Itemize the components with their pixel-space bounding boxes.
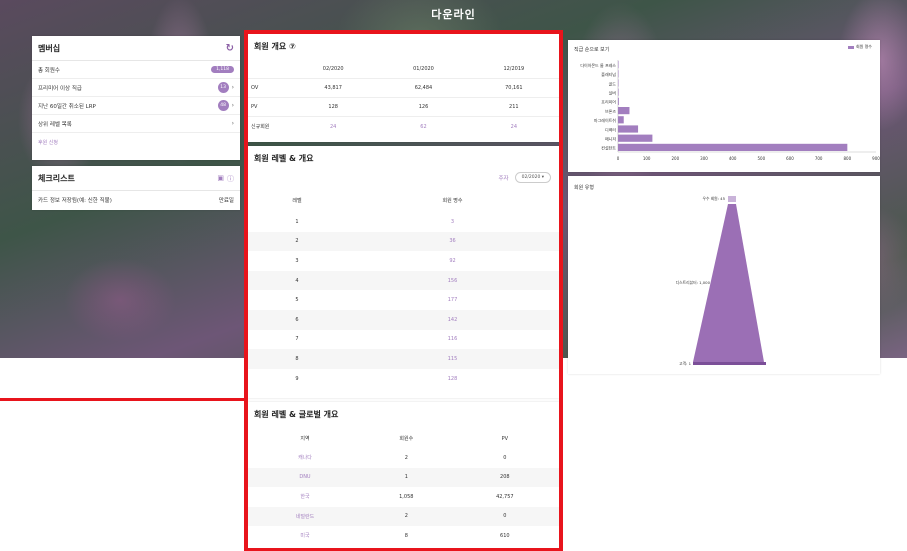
x-tick-label: 500 [758, 156, 766, 161]
category-label: 브론즈 [605, 108, 616, 114]
category-label: 실버 [609, 90, 617, 96]
x-tick-label: 200 [672, 156, 680, 161]
membership-row-premier[interactable]: 프리미어 이상 직급 13 › [32, 79, 240, 97]
help-icon[interactable]: ⓘ [227, 174, 234, 184]
bar [618, 88, 619, 96]
membership-header: 멤버십 ↻ [32, 36, 240, 61]
chevron-right-icon: › [231, 84, 234, 91]
funnel-label: 우수 회원: 45 [703, 196, 726, 201]
x-tick-label: 900 [872, 156, 880, 161]
category-label: 플래티넘 [601, 71, 616, 77]
highlight-pointer-line [0, 398, 246, 401]
lrp-count-badge: 48 [217, 100, 229, 111]
checklist-item-label: 카드 정보 저장됨(예: 신한 직불) [38, 198, 112, 204]
funnel-label: 고객: 1 [679, 361, 691, 366]
highlight-frame [244, 30, 563, 551]
bar [618, 79, 619, 87]
bar [618, 116, 624, 124]
membership-row-total[interactable]: 총 회원수 1,118 [32, 61, 240, 79]
x-tick-label: 0 [617, 156, 620, 161]
rank-bar-chart: 다이아몬드 룸 프레스플래티넘골드실버프리미어브론즈마그레이트쉬디렉터매니저컨설… [580, 60, 880, 161]
bar [618, 61, 619, 69]
member-type-funnel: 우수 회원: 45 디스트리뷰터: 1,000 고객: 1 [676, 196, 766, 366]
total-members-badge: 1,118 [211, 66, 234, 73]
membership-card: 멤버십 ↻ 총 회원수 1,118 프리미어 이상 직급 13 › 지난 60일… [32, 36, 240, 160]
bar [618, 143, 848, 151]
funnel-top-segment [728, 196, 736, 202]
x-tick-label: 700 [815, 156, 823, 161]
membership-title: 멤버십 [38, 44, 61, 53]
category-label: 마그레이트쉬 [594, 117, 616, 123]
x-tick-label: 600 [786, 156, 794, 161]
sponsor-link[interactable]: 후원 신청 [32, 133, 240, 152]
x-tick-label: 300 [700, 156, 708, 161]
premier-count-badge: 13 [217, 82, 229, 93]
rank-chart-card: 직급 순으로 보기 회원 명수 다이아몬드 룸 프레스 플래티넘 골드 실버 프리미어 브… [568, 40, 880, 172]
category-label: 매니저 [605, 136, 616, 142]
bar [618, 70, 619, 78]
calendar-icon[interactable]: ▣ [217, 174, 224, 184]
category-label: 다이아몬드 룸 프레스 [580, 62, 616, 68]
category-label: 프리미어 [601, 99, 616, 105]
checklist-card: 체크리스트 ▣ ⓘ 카드 정보 저장됨(예: 신한 직불) 만료일 [32, 166, 240, 210]
checklist-title: 체크리스트 [38, 174, 75, 183]
row-label: 상위 레벨 목록 [38, 121, 72, 128]
funnel-bottom-segment [693, 362, 766, 365]
category-label: 골드 [609, 81, 617, 86]
x-tick-label: 400 [729, 156, 737, 161]
chevron-right-icon: › [231, 120, 234, 127]
row-label: 총 회원수 [38, 67, 60, 74]
checklist-item[interactable]: 카드 정보 저장됨(예: 신한 직불) 만료일 [32, 191, 240, 209]
refresh-icon[interactable]: ↻ [226, 43, 234, 54]
category-label: 디렉터 [605, 126, 616, 132]
category-label: 컨설턴트 [601, 145, 616, 151]
checklist-header: 체크리스트 ▣ ⓘ [32, 166, 240, 191]
membership-row-upline[interactable]: 상위 레벨 목록 › [32, 115, 240, 133]
checklist-item-status: 만료일 [218, 198, 234, 204]
row-label: 프리미어 이상 직급 [38, 85, 82, 92]
membership-row-lrp[interactable]: 지난 60일간 취소된 LRP 48 › [32, 97, 240, 115]
funnel-label: 디스트리뷰터: 1,000 [676, 280, 711, 285]
bar [618, 134, 653, 142]
chevron-right-icon: › [231, 102, 234, 109]
x-tick-label: 100 [643, 156, 651, 161]
bar [618, 107, 630, 115]
bar [618, 125, 639, 133]
row-label: 지난 60일간 취소된 LRP [38, 103, 96, 110]
bar [618, 97, 619, 105]
page-title: 다운라인 [431, 8, 476, 21]
member-type-card: 회원 유형 우수 회원: 45 디스트리뷰터: 1,000 고객: 1 [568, 176, 880, 374]
x-tick-label: 800 [844, 156, 852, 161]
